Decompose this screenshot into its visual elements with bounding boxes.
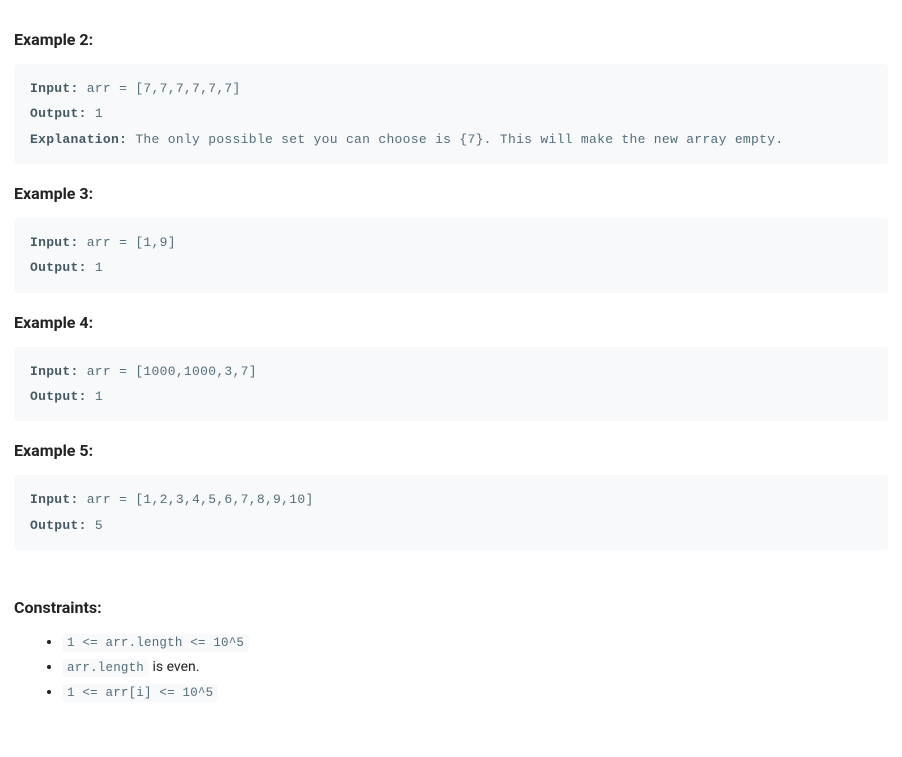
constraint-item: arr.length is even. (62, 657, 888, 678)
input-value: arr = [7,7,7,7,7,7] (79, 81, 241, 96)
constraint-code: 1 <= arr[i] <= 10^5 (62, 684, 218, 702)
constraint-code: arr.length (62, 659, 149, 677)
constraint-code: 1 <= arr.length <= 10^5 (62, 634, 249, 652)
output-value: 1 (87, 389, 103, 404)
example-heading: Example 3: (14, 182, 888, 206)
output-label: Output: (30, 389, 87, 404)
output-label: Output: (30, 260, 87, 275)
output-value: 1 (87, 106, 103, 121)
output-value: 5 (87, 518, 103, 533)
input-value: arr = [1,2,3,4,5,6,7,8,9,10] (79, 492, 314, 507)
example-heading: Example 5: (14, 439, 888, 463)
output-label: Output: (30, 106, 87, 121)
example-heading: Example 4: (14, 311, 888, 335)
input-label: Input: (30, 81, 79, 96)
example-code-block: Input: arr = [1,2,3,4,5,6,7,8,9,10] Outp… (14, 475, 888, 550)
example-heading: Example 2: (14, 28, 888, 52)
input-label: Input: (30, 364, 79, 379)
input-value: arr = [1,9] (79, 235, 176, 250)
constraint-item: 1 <= arr.length <= 10^5 (62, 632, 888, 653)
input-value: arr = [1000,1000,3,7] (79, 364, 257, 379)
example-code-block: Input: arr = [1,9] Output: 1 (14, 218, 888, 293)
constraint-item: 1 <= arr[i] <= 10^5 (62, 682, 888, 703)
explanation-value: The only possible set you can choose is … (127, 132, 783, 147)
example-code-block: Input: arr = [1000,1000,3,7] Output: 1 (14, 347, 888, 422)
output-value: 1 (87, 260, 103, 275)
constraints-list: 1 <= arr.length <= 10^5 arr.length is ev… (14, 632, 888, 703)
example-code-block: Input: arr = [7,7,7,7,7,7] Output: 1 Exp… (14, 64, 888, 164)
constraints-heading: Constraints: (14, 596, 888, 620)
constraint-suffix: is even. (149, 659, 199, 675)
output-label: Output: (30, 518, 87, 533)
input-label: Input: (30, 492, 79, 507)
input-label: Input: (30, 235, 79, 250)
explanation-label: Explanation: (30, 132, 127, 147)
